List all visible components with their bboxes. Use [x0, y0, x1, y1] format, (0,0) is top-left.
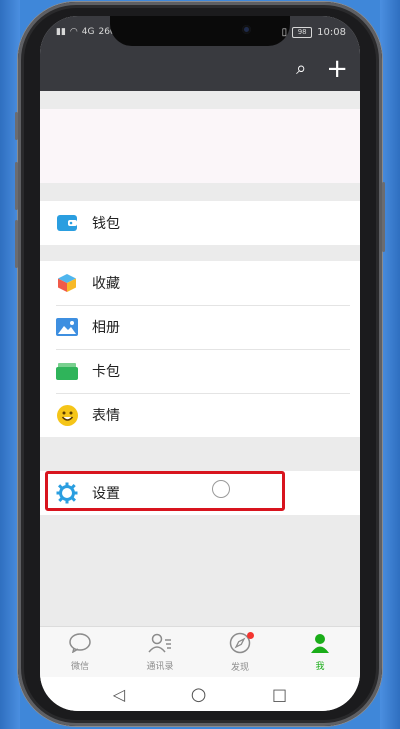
bottom-tab-bar: 微信 通讯录 发现 我 — [40, 626, 360, 677]
notification-dot — [247, 632, 254, 639]
status-bar-right: ▯ 98 10:08 — [282, 27, 346, 38]
menu-label-favorites: 收藏 — [92, 276, 120, 292]
signal-icon: ▮▮ — [56, 27, 66, 37]
plus-icon[interactable]: + — [326, 56, 348, 82]
contacts-icon — [148, 633, 172, 657]
mute-button — [15, 112, 18, 140]
menu-item-wallet[interactable]: 钱包 — [40, 201, 360, 245]
emoji-icon — [56, 404, 78, 426]
volume-down-button — [15, 220, 18, 268]
tab-chats[interactable]: 微信 — [40, 627, 120, 677]
battery-indicator: 98 — [292, 27, 313, 38]
tab-contacts[interactable]: 通讯录 — [120, 627, 200, 677]
background-right — [380, 0, 400, 729]
features-group: 收藏 相册 卡包 表情 — [40, 261, 360, 437]
system-nav-bar: ◁ ○ □ — [40, 677, 360, 711]
menu-item-stickers[interactable]: 表情 — [40, 393, 360, 437]
recents-icon[interactable]: □ — [272, 685, 287, 704]
tab-label-chats: 微信 — [70, 661, 89, 672]
menu-item-album[interactable]: 相册 — [40, 305, 360, 349]
photo-icon — [56, 316, 78, 338]
menu-label-stickers: 表情 — [92, 408, 120, 424]
phone-screen: ▮▮ ◠ 4G 260 K/s ▯ 98 10:08 ⌕ + — [40, 16, 360, 711]
tab-label-me: 我 — [315, 661, 325, 672]
tab-label-contacts: 通讯录 — [146, 661, 174, 672]
camera-icon — [242, 25, 251, 34]
card-icon — [56, 360, 78, 382]
touch-indicator — [212, 480, 230, 498]
wallet-icon — [56, 212, 78, 234]
menu-item-favorites[interactable]: 收藏 — [40, 261, 360, 305]
phone-frame: ▮▮ ◠ 4G 260 K/s ▯ 98 10:08 ⌕ + — [15, 2, 385, 726]
background-left — [0, 0, 20, 729]
power-button — [382, 182, 385, 252]
tab-me[interactable]: 我 — [280, 627, 360, 677]
me-page: 钱包 收藏 相册 卡包 表情 设置 — [40, 91, 360, 626]
vibrate-icon: ▯ — [281, 27, 288, 38]
wifi-icon: ◠ — [69, 27, 78, 37]
menu-label-cards: 卡包 — [92, 364, 120, 380]
volume-up-button — [15, 162, 18, 210]
title-bar: ▮▮ ◠ 4G 260 K/s ▯ 98 10:08 ⌕ + — [40, 16, 360, 91]
wallet-group: 钱包 — [40, 201, 360, 245]
clock: 10:08 — [317, 27, 346, 38]
tab-discover[interactable]: 发现 — [200, 627, 280, 677]
settings-highlight-box — [45, 471, 285, 511]
chat-icon — [69, 632, 91, 657]
menu-item-cards[interactable]: 卡包 — [40, 349, 360, 393]
profile-card[interactable] — [40, 109, 360, 183]
home-icon[interactable]: ○ — [191, 684, 207, 705]
back-icon[interactable]: ◁ — [113, 685, 125, 704]
cube-icon — [56, 272, 78, 294]
menu-label-wallet: 钱包 — [92, 216, 120, 232]
tab-label-discover: 发现 — [230, 662, 249, 673]
title-actions: ⌕ + — [296, 56, 360, 82]
search-icon[interactable]: ⌕ — [296, 56, 306, 82]
notch — [110, 16, 290, 46]
network-type: 4G — [81, 27, 95, 37]
person-icon — [310, 633, 330, 657]
menu-label-album: 相册 — [92, 320, 120, 336]
